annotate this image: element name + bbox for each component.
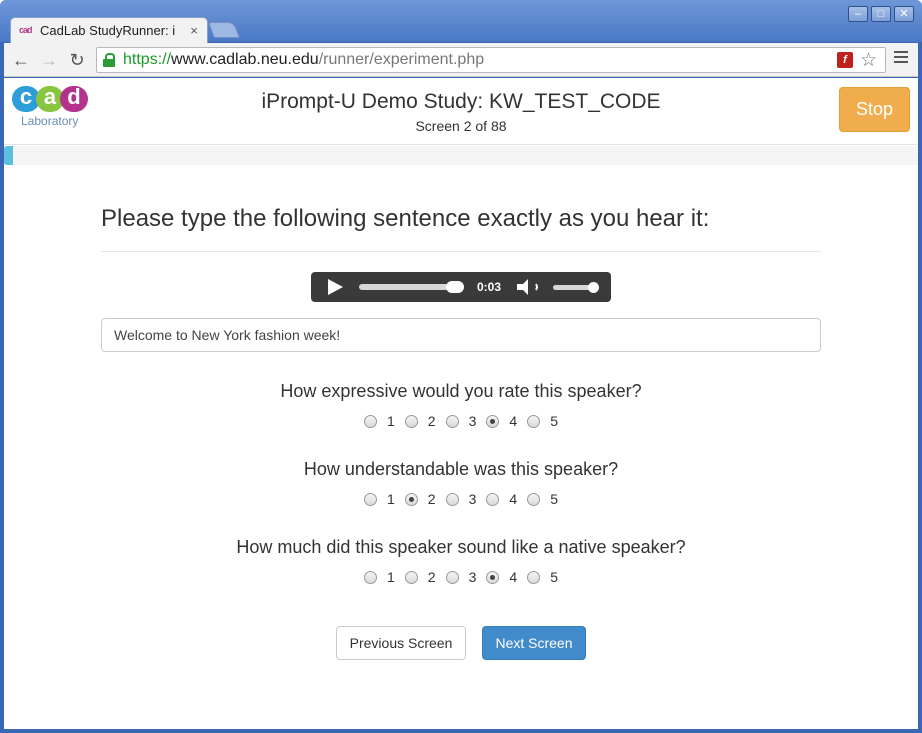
browser-toolbar: ← → ↻ https:// www.cadlab.neu.edu /runne… — [4, 43, 918, 77]
rating-option-label: 1 — [387, 569, 395, 585]
seek-thumb[interactable] — [446, 281, 464, 293]
minimize-icon[interactable]: – — [848, 6, 868, 22]
flash-plugin-icon[interactable]: f — [837, 52, 853, 68]
maximize-icon[interactable]: □ — [871, 6, 891, 22]
rating-option[interactable]: 1 — [364, 569, 395, 585]
rating-option[interactable]: 5 — [527, 413, 558, 429]
rating-option[interactable]: 2 — [404, 569, 436, 585]
rating-option[interactable]: 4 — [486, 491, 517, 507]
rating-option[interactable]: 4 — [486, 569, 517, 585]
rating-option[interactable]: 5 — [527, 569, 558, 585]
address-bar[interactable]: https:// www.cadlab.neu.edu /runner/expe… — [96, 47, 886, 73]
rating-option-label: 5 — [550, 491, 558, 507]
play-icon[interactable] — [328, 279, 343, 295]
volume-icon[interactable] — [517, 279, 541, 295]
rating-option-label: 1 — [387, 413, 395, 429]
rating-option-label: 1 — [387, 491, 395, 507]
rating-option[interactable]: 2 — [404, 413, 436, 429]
reload-icon[interactable]: ↻ — [66, 49, 88, 71]
cad-logo-icon: cad — [19, 24, 33, 35]
close-tab-icon[interactable]: × — [187, 23, 201, 38]
rating-option[interactable]: 3 — [445, 569, 477, 585]
radio-button[interactable] — [486, 570, 500, 584]
url-scheme: https:// — [123, 51, 172, 68]
rating-option[interactable]: 3 — [445, 413, 477, 429]
radio-button[interactable] — [404, 414, 418, 428]
rating-option-label: 5 — [550, 569, 558, 585]
radio-button[interactable] — [364, 492, 377, 506]
radio-button[interactable] — [445, 570, 459, 584]
rating-option-label: 2 — [427, 491, 436, 507]
browser-window: cad CadLab StudyRunner: i × – □ ✕ ← → ↻ … — [0, 0, 922, 733]
url-path: /runner/experiment.php — [318, 51, 485, 68]
progress-fill — [4, 146, 14, 165]
rating-option[interactable]: 3 — [445, 491, 477, 507]
question-3: How much did this speaker sound like a n… — [236, 537, 686, 557]
rating-option-label: 3 — [468, 413, 477, 429]
rating-option-label: 4 — [509, 491, 518, 507]
stop-button[interactable]: Stop — [839, 87, 910, 132]
rating-option[interactable]: 2 — [404, 491, 436, 507]
volume-thumb[interactable] — [588, 282, 599, 293]
radio-button[interactable] — [486, 492, 500, 506]
radio-button[interactable] — [486, 414, 500, 428]
rating-questions: How expressive would you rate this speak… — [101, 381, 821, 585]
bookmark-star-icon[interactable]: ☆ — [860, 49, 877, 72]
next-screen-button[interactable]: Next Screen — [482, 626, 586, 660]
new-tab-button[interactable] — [208, 22, 240, 38]
seek-slider[interactable] — [359, 281, 464, 293]
study-title: iPrompt-U Demo Study: KW_TEST_CODE — [261, 90, 661, 113]
progress-bar — [4, 146, 918, 165]
radio-button[interactable] — [527, 570, 541, 584]
forward-arrow-icon[interactable]: → — [38, 49, 60, 71]
radio-button[interactable] — [364, 414, 377, 428]
radio-button[interactable] — [445, 492, 459, 506]
window-controls: – □ ✕ — [848, 6, 914, 22]
rating-option[interactable]: 5 — [527, 491, 558, 507]
radio-button[interactable] — [404, 570, 418, 584]
rating-option-label: 5 — [550, 413, 558, 429]
tab-title: CadLab StudyRunner: i — [40, 23, 176, 38]
rating-scale-3: 1 2 3 4 5 — [101, 569, 821, 585]
rating-option-label: 4 — [509, 413, 518, 429]
answer-input[interactable] — [101, 318, 821, 352]
question-2: How understandable was this speaker? — [303, 459, 619, 479]
study-header: c a d Laboratory iPrompt-U Demo Study: K… — [4, 78, 918, 145]
rating-scale-1: 1 2 3 4 5 — [101, 413, 821, 429]
rating-option-label: 2 — [427, 413, 436, 429]
volume-slider[interactable] — [553, 282, 599, 293]
rating-option-label: 4 — [509, 569, 518, 585]
menu-icon[interactable] — [894, 51, 908, 66]
radio-button[interactable] — [527, 414, 541, 428]
page-content: c a d Laboratory iPrompt-U Demo Study: K… — [4, 78, 918, 729]
previous-screen-button[interactable]: Previous Screen — [336, 626, 466, 660]
rating-option[interactable]: 1 — [364, 413, 395, 429]
radio-button[interactable] — [527, 492, 541, 506]
lock-icon — [103, 53, 115, 67]
prompt-heading: Please type the following sentence exact… — [101, 205, 821, 252]
navigation-buttons: Previous Screen Next Screen — [101, 626, 821, 660]
close-window-icon[interactable]: ✕ — [894, 6, 914, 22]
title-bar: cad CadLab StudyRunner: i × – □ ✕ — [0, 0, 922, 43]
audio-time: 0:03 — [477, 280, 502, 294]
rating-option[interactable]: 1 — [364, 491, 395, 507]
rating-option-label: 3 — [468, 491, 477, 507]
radio-button[interactable] — [445, 414, 459, 428]
rating-scale-2: 1 2 3 4 5 — [101, 491, 821, 507]
rating-option-label: 2 — [427, 569, 436, 585]
back-arrow-icon[interactable]: ← — [10, 49, 32, 71]
url-host: www.cadlab.neu.edu — [171, 51, 319, 68]
browser-tab[interactable]: cad CadLab StudyRunner: i × — [10, 17, 208, 43]
audio-player: 0:03 — [311, 272, 611, 302]
radio-button[interactable] — [404, 492, 418, 506]
radio-button[interactable] — [364, 570, 377, 584]
rating-option-label: 3 — [468, 569, 477, 585]
main-panel: Please type the following sentence exact… — [101, 165, 821, 660]
screen-counter: Screen 2 of 88 — [415, 118, 507, 134]
question-1: How expressive would you rate this speak… — [280, 381, 642, 401]
rating-option[interactable]: 4 — [486, 413, 517, 429]
